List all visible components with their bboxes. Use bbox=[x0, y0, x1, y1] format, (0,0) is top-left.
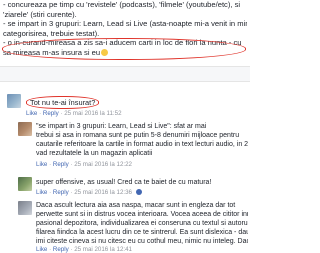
like-link[interactable]: Like bbox=[26, 110, 37, 117]
comment-text: Daca ascult lectura aia asa naspa, macar… bbox=[36, 202, 248, 245]
reply-link[interactable]: Reply bbox=[53, 189, 69, 196]
comment-time[interactable]: 25 mai 2016 la 11:52 bbox=[64, 110, 121, 117]
post-line: - se impart in 3 grupuri: Learn, Lead si… bbox=[3, 19, 247, 29]
comment-meta: Like · Reply · 25 mai 2016 la 11:52 bbox=[26, 110, 122, 117]
like-link[interactable]: Like bbox=[36, 189, 47, 196]
comment-text: super offensive, as usual! Cred ca te ba… bbox=[36, 179, 212, 186]
comment-meta: Like · Reply · 25 mai 2016 la 12:36 bbox=[36, 189, 142, 196]
like-link[interactable]: Like bbox=[36, 161, 47, 168]
commenter-avatar[interactable] bbox=[18, 177, 32, 191]
post-action-bar bbox=[0, 66, 250, 82]
comment-time[interactable]: 25 mai 2016 la 12:22 bbox=[74, 161, 132, 168]
post-line: - concureaza pe timp cu 'revistele' (pod… bbox=[3, 0, 241, 9]
comment-time[interactable]: 25 mai 2016 la 12:36 bbox=[74, 189, 132, 196]
red-highlight-ellipse bbox=[2, 38, 246, 60]
reply-link[interactable]: Reply bbox=[43, 110, 59, 117]
post-line: 'ziarele' (stiri curente). bbox=[3, 9, 77, 19]
reply-link[interactable]: Reply bbox=[53, 161, 69, 168]
like-reaction-icon bbox=[135, 189, 142, 195]
commenter-avatar[interactable] bbox=[18, 201, 32, 215]
post-line: categorisirea, trebuie testat). bbox=[3, 28, 100, 38]
commenter-avatar[interactable] bbox=[18, 122, 32, 136]
comment-text: "se impart in 3 grupuri: Learn, Lead si … bbox=[36, 123, 248, 157]
comment-text: Tot nu te-ai însurat? bbox=[26, 96, 100, 109]
commenter-avatar[interactable] bbox=[7, 94, 21, 108]
comment-meta: Like · Reply · 25 mai 2016 la 12:22 bbox=[36, 161, 132, 168]
